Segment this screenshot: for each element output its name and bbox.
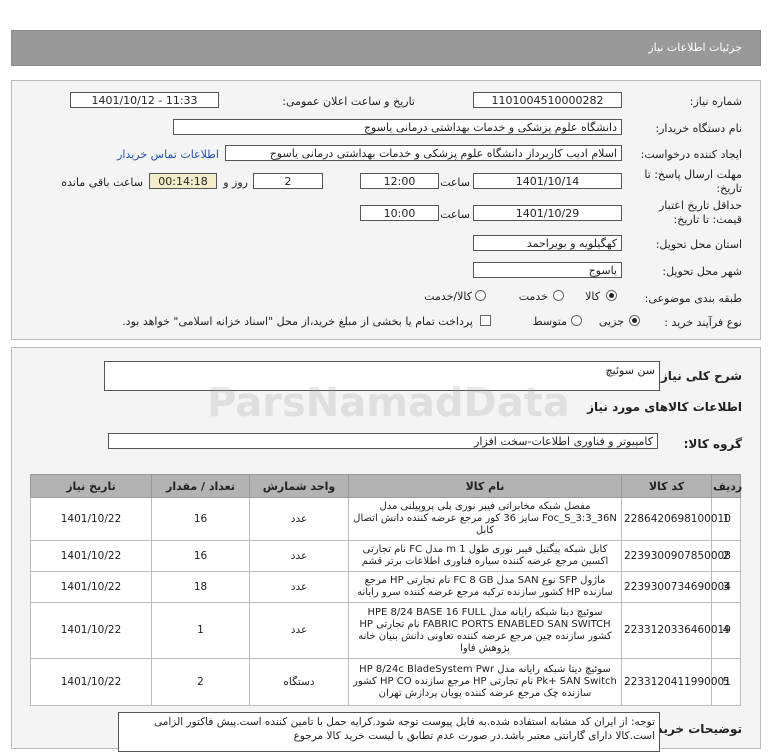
validity-time-label: ساعت [440,208,470,221]
province-field[interactable]: کهگیلویه و بویراحمد [473,235,622,251]
buyer-org-label: نام دستگاه خریدار: [655,122,742,135]
cell-unit: دستگاه [249,658,349,706]
cell-unit: عدد [249,571,349,603]
process-medium-radio[interactable] [571,315,582,326]
cell-name: کابل شبکه پیگتیل فیبر نوری طول 1 m مدل F… [348,540,622,572]
requester-field[interactable]: اسلام ادیب کاربرداز دانشگاه علوم پزشکی و… [225,145,622,161]
buyer-contact-link[interactable]: اطلاعات تماس خریدار [117,148,219,161]
cell-code: 2239300734690004 [621,571,731,603]
validity-time-field[interactable]: 10:00 [360,205,439,221]
table-row[interactable]: 1401/10/22 1 عدد سوئیچ دیتا شبکه رایانه … [30,602,741,659]
general-desc-field[interactable]: سن سوئیچ [104,361,660,391]
goods-table: تاریخ نیاز تعداد / مقدار واحد شمارش نام … [30,474,742,706]
cell-name: سوئیچ دیتا شبکه رایانه مدل HPE 8/24 BASE… [348,602,622,659]
category-label: طبقه بندی موضوعی: [644,292,742,305]
cell-code: 2286420698100010 [621,497,731,541]
cell-name: سوئیچ دیتا شبکه رایانه مدل HP 8/24c Blad… [348,658,622,706]
validity-date-field[interactable]: 1401/10/29 [473,205,622,221]
need-number-label: شماره نیاز: [689,95,742,108]
city-label: شهر محل تحویل: [662,265,742,278]
cell-date: 1401/10/22 [30,540,152,572]
page-title: جزئیات اطلاعات نیاز [648,41,742,54]
deadline-time-field[interactable]: 12:00 [360,173,439,189]
province-label: استان محل تحویل: [655,238,742,251]
col-date-header: تاریخ نیاز [30,474,152,498]
announce-label: تاریخ و ساعت اعلان عمومی: [282,95,415,108]
table-row[interactable]: 1401/10/22 18 عدد ماژول SFP نوع SAN مدل … [30,571,741,603]
process-label: نوع فرآیند خرید : [664,316,742,329]
city-field[interactable]: یاسوج [473,262,622,278]
cell-date: 1401/10/22 [30,571,152,603]
cell-date: 1401/10/22 [30,658,152,706]
cell-qty: 16 [151,497,250,541]
general-desc-label: شرح کلی نیاز: [656,369,742,383]
category-service-label: خدمت [518,290,548,303]
cell-qty: 16 [151,540,250,572]
buyer-note-field[interactable]: توجه: از ایران کد مشابه استفاده شده.به ف… [118,712,660,752]
requester-label: ایجاد کننده درخواست: [640,148,742,161]
cell-code: 2233120411990001 [621,658,731,706]
goods-group-field[interactable]: کامپیوتر و فناوری اطلاعات-سخت افزار [108,433,658,449]
category-goods-label: کالا [585,290,600,303]
col-qty-header: تعداد / مقدار [151,474,250,498]
cell-unit: عدد [249,497,349,541]
col-unit-header: واحد شمارش [249,474,349,498]
category-service-radio[interactable] [553,290,564,301]
cell-qty: 2 [151,658,250,706]
payment-text: پرداخت تمام یا بخشی از مبلغ خرید،از محل … [122,315,473,328]
deadline-time-label: ساعت [440,176,470,189]
deadline-label: مهلت ارسال پاسخ: تا تاریخ: [644,168,742,195]
table-header-row: تاریخ نیاز تعداد / مقدار واحد شمارش نام … [30,474,742,498]
category-both-radio[interactable] [475,290,486,301]
cell-qty: 18 [151,571,250,603]
cell-date: 1401/10/22 [30,602,152,659]
process-medium-label: متوسط [532,315,567,328]
page-header: جزئیات اطلاعات نیاز [11,30,761,66]
cell-date: 1401/10/22 [30,497,152,541]
table-row[interactable]: 1401/10/22 16 عدد کابل شبکه پیگتیل فیبر … [30,540,741,572]
col-row-header: ردیف [711,474,742,498]
col-code-header: کد کالا [621,474,712,498]
category-both-label: کالا/خدمت [424,290,472,303]
cell-name: ماژول SFP نوع SAN مدل FC 8 GB نام تجارتی… [348,571,622,603]
validity-label: حداقل تاریخ اعتبار قیمت: تا تاریخ: [658,199,742,226]
payment-checkbox[interactable] [480,315,491,326]
remaining-label: ساعت باقی مانده [61,176,143,189]
category-goods-radio[interactable] [606,290,617,301]
col-name-header: نام کالا [348,474,622,498]
deadline-date-field[interactable]: 1401/10/14 [473,173,622,189]
table-row[interactable]: 1401/10/22 2 دستگاه سوئیچ دیتا شبکه رایا… [30,658,741,706]
buyer-org-field[interactable]: دانشگاه علوم پزشکی و خدمات بهداشتی درمان… [173,119,622,135]
days-field[interactable]: 2 [253,173,323,189]
table-row[interactable]: 1401/10/22 16 عدد مفصل شبکه مخابراتی فیب… [30,497,741,541]
cell-name: مفصل شبکه مخابراتی فیبر نوری پلی پروپیلن… [348,497,622,541]
remaining-time-field: 00:14:18 [149,173,217,189]
goods-group-label: گروه کالا: [683,437,742,451]
cell-unit: عدد [249,602,349,659]
need-number-field[interactable]: 1101004510000282 [473,92,622,108]
days-label: روز و [223,176,248,189]
process-minor-label: جزیی [598,315,624,328]
cell-code: 2239300907850008 [621,540,731,572]
announce-field[interactable]: 1401/10/12 - 11:33 [70,92,219,108]
cell-code: 2233120336460019 [621,602,731,659]
cell-unit: عدد [249,540,349,572]
process-minor-radio[interactable] [629,315,640,326]
goods-info-title: اطلاعات کالاهای مورد نیاز [587,400,742,414]
cell-qty: 1 [151,602,250,659]
